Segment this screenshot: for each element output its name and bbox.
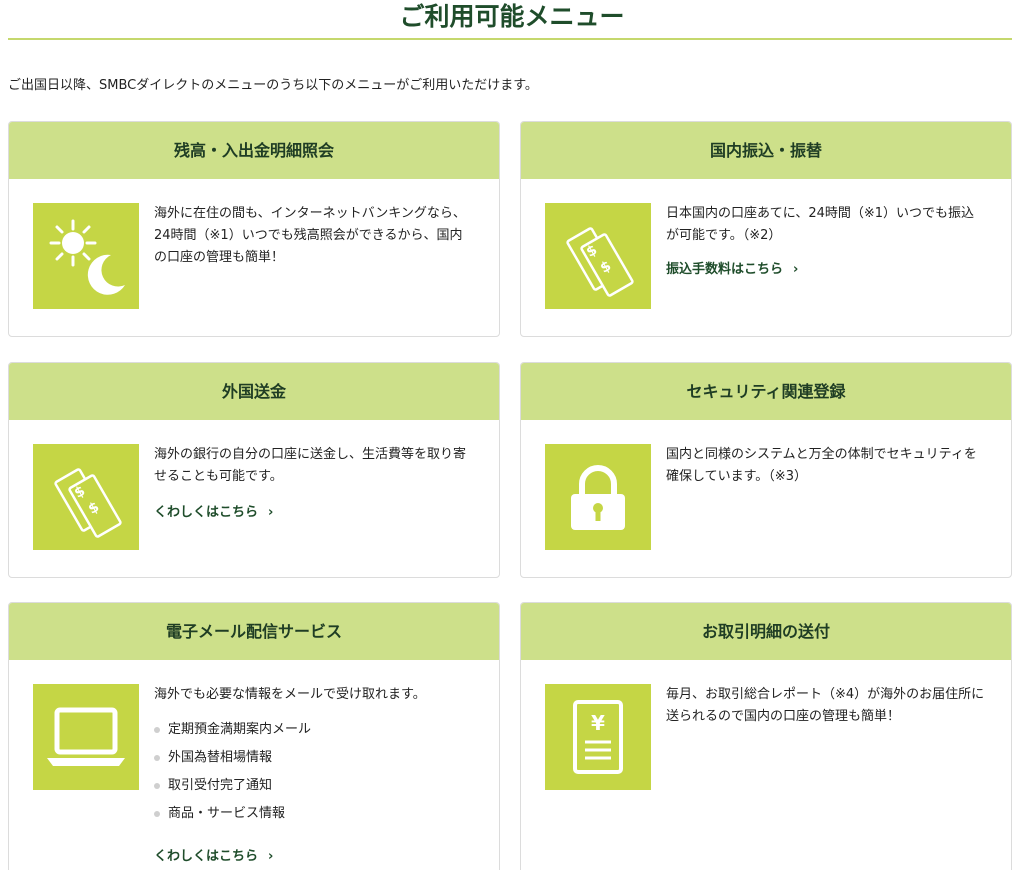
banknotes-icon: $ $ xyxy=(33,444,139,550)
card-title: 残高・入出金明細照会 xyxy=(9,122,499,179)
bullet-list: 定期預金満期案内メール 外国為替相場情報 取引受付完了通知 商品・サービス情報 xyxy=(154,716,474,828)
link-label: 振込手数料はこちら xyxy=(666,262,784,277)
card-description: 海外でも必要な情報をメールで受け取れます。 xyxy=(154,687,426,702)
chevron-right-icon: › xyxy=(793,262,799,277)
card-domestic-transfer: 国内振込・振替 $ $ 日本国内の口座あてに、24時間（※1）いつでも振込が可能… xyxy=(520,121,1012,337)
details-link[interactable]: くわしくはこちら › xyxy=(154,502,273,524)
chevron-right-icon: › xyxy=(268,505,274,520)
card-description: 国内と同様のシステムと万全の体制でセキュリティを確保しています。（※3） xyxy=(666,447,977,484)
page-title: ご利用可能メニュー xyxy=(399,2,625,31)
chevron-right-icon: › xyxy=(268,849,274,864)
card-description: 海外に在住の間も、インターネットバンキングなら、24時間（※1）いつでも残高照会… xyxy=(154,206,466,265)
padlock-icon xyxy=(545,444,651,550)
link-label: くわしくはこちら xyxy=(154,849,259,864)
list-item: 取引受付完了通知 xyxy=(154,772,474,800)
list-item: 外国為替相場情報 xyxy=(154,744,474,772)
card-title: 電子メール配信サービス xyxy=(9,603,499,660)
details-link[interactable]: くわしくはこちら › xyxy=(154,846,273,868)
card-title: セキュリティ関連登録 xyxy=(521,363,1011,420)
card-email-service: 電子メール配信サービス 海外でも必要な情報をメールで受け取れます。 定期預金満期… xyxy=(8,602,500,870)
card-foreign-remittance: 外国送金 $ $ 海外の銀行の自分の口座に送金し、生活費等を取り寄せることも可能… xyxy=(8,362,500,578)
card-description: 日本国内の口座あてに、24時間（※1）いつでも振込が可能です。（※2） xyxy=(666,206,975,243)
link-label: くわしくはこちら xyxy=(154,505,259,520)
card-security-registration: セキュリティ関連登録 国内と同様のシステムと万全の体制でセキュリティを確保してい… xyxy=(520,362,1012,578)
yen-statement-icon: ¥ xyxy=(545,684,651,790)
banknotes-icon: $ $ xyxy=(545,203,651,309)
title-divider xyxy=(8,38,1012,40)
card-title: お取引明細の送付 xyxy=(521,603,1011,660)
list-item: 定期預金満期案内メール xyxy=(154,716,474,744)
intro-text: ご出国日以降、SMBCダイレクトのメニューのうち以下のメニューがご利用いただけま… xyxy=(8,78,538,93)
card-statement-delivery: お取引明細の送付 ¥ 毎月、お取引総合レポート（※4）が海外のお届住所に送られる… xyxy=(520,602,1012,870)
card-description: 海外の銀行の自分の口座に送金し、生活費等を取り寄せることも可能です。 xyxy=(154,447,467,484)
sun-moon-icon xyxy=(33,203,139,309)
transfer-fee-link[interactable]: 振込手数料はこちら › xyxy=(666,259,798,281)
card-description: 毎月、お取引総合レポート（※4）が海外のお届住所に送られるので国内の口座の管理も… xyxy=(666,687,985,724)
svg-text:¥: ¥ xyxy=(591,711,605,735)
list-item: 商品・サービス情報 xyxy=(154,800,474,828)
card-balance-inquiry: 残高・入出金明細照会 海外に在住の間も、インターネットバンキングなら、24時間（… xyxy=(8,121,500,337)
laptop-icon xyxy=(33,684,139,790)
card-title: 国内振込・振替 xyxy=(521,122,1011,179)
card-title: 外国送金 xyxy=(9,363,499,420)
